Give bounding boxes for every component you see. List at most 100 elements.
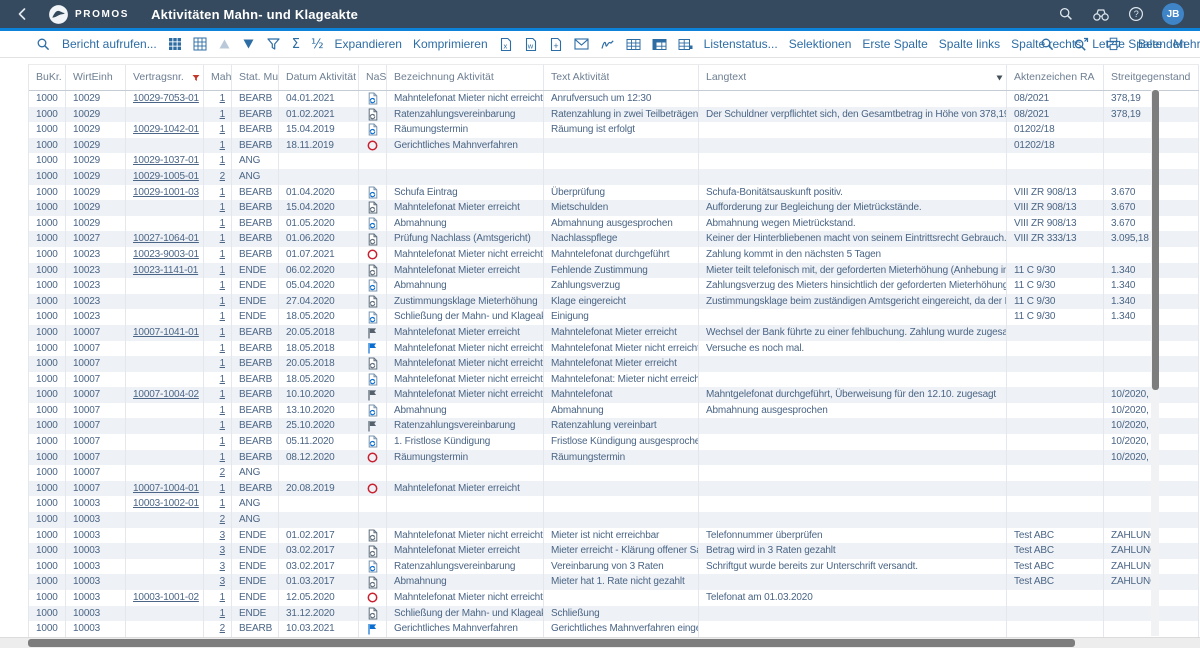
- table-row[interactable]: 1000100291BEARB15.04.2020Mahntelefonat M…: [29, 200, 1199, 216]
- table-row[interactable]: 1000100031ENDE31.12.2020Schließung der M…: [29, 606, 1199, 622]
- mahnstufe-link[interactable]: 1: [220, 311, 225, 322]
- column-header-bezeichnung-aktivitaet[interactable]: Bezeichnung Aktivität: [387, 65, 544, 90]
- table-row[interactable]: 1000100291BEARB18.11.2019Gerichtliches M…: [29, 138, 1199, 154]
- vertragsnr-link[interactable]: 10027-1064-01: [133, 233, 199, 244]
- table-row[interactable]: 1000100032BEARB10.03.2021Gerichtliches M…: [29, 621, 1199, 637]
- vertragsnr-link[interactable]: 10023-9003-01: [133, 249, 199, 260]
- table-settings-icon[interactable]: [678, 35, 693, 53]
- details-grid-filled-icon[interactable]: [168, 35, 182, 53]
- filter-icon[interactable]: [266, 35, 281, 53]
- vertragsnr-link[interactable]: 10029-1042-01: [133, 124, 199, 135]
- column-header-langtext[interactable]: Langtext: [699, 65, 1007, 90]
- spalte-links-button[interactable]: Spalte links: [939, 37, 1000, 51]
- vertragsnr-link[interactable]: 10003-1002-01: [133, 498, 199, 509]
- search-icon[interactable]: [1039, 35, 1057, 53]
- mail-icon[interactable]: [574, 35, 589, 53]
- vertical-scrollbar-thumb[interactable]: [1152, 90, 1159, 390]
- mahnstufe-link[interactable]: 2: [220, 514, 225, 525]
- details-grid-outline-icon[interactable]: [193, 35, 207, 53]
- vertragsnr-link[interactable]: 10023-1141-01: [133, 265, 198, 276]
- help-icon[interactable]: ?: [1127, 5, 1145, 23]
- mahnstufe-link[interactable]: 1: [220, 374, 225, 385]
- signature-icon[interactable]: [600, 35, 615, 53]
- erste-spalte-button[interactable]: Erste Spalte: [862, 37, 927, 51]
- copy-append-icon[interactable]: +: [549, 35, 563, 53]
- column-header-nast[interactable]: NaSt: [359, 65, 387, 90]
- table-row[interactable]: 10001000310003-1001-021ENDE12.05.2020Mah…: [29, 590, 1199, 606]
- mahnstufe-link[interactable]: 3: [220, 545, 225, 556]
- table-row[interactable]: 1000100033ENDE03.02.2017Mahntelefonat Mi…: [29, 543, 1199, 559]
- mahnstufe-link[interactable]: 1: [220, 233, 225, 244]
- bericht-aufrufen-button[interactable]: Bericht aufrufen...: [62, 37, 157, 51]
- pivot-table-icon[interactable]: [652, 35, 667, 53]
- mahnstufe-link[interactable]: 1: [220, 420, 225, 431]
- column-header-mahnstufe[interactable]: Mah...: [204, 65, 232, 90]
- table-row[interactable]: 1000100291BEARB01.02.2021Ratenzahlungsve…: [29, 107, 1199, 123]
- export-spreadsheet-icon[interactable]: x: [499, 35, 513, 53]
- table-row[interactable]: 10001000710007-1041-011BEARB20.05.2018Ma…: [29, 325, 1199, 341]
- table-row[interactable]: 10001002310023-9003-011BEARB01.07.2021Ma…: [29, 247, 1199, 263]
- table-row[interactable]: 10001000710007-1004-011BEARB20.08.2019Ma…: [29, 481, 1199, 497]
- user-avatar[interactable]: JB: [1162, 3, 1184, 25]
- selektionen-button[interactable]: Selektionen: [789, 37, 852, 51]
- column-header-aktenzeichen-ra[interactable]: Aktenzeichen RA: [1007, 65, 1104, 90]
- vertragsnr-link[interactable]: 10007-1004-01: [133, 483, 199, 494]
- table-row[interactable]: 10001002910029-1001-031BEARB01.04.2020Sc…: [29, 185, 1199, 201]
- table-row[interactable]: 10001002710027-1064-011BEARB01.06.2020Pr…: [29, 231, 1199, 247]
- sort-descending-icon[interactable]: [242, 35, 255, 53]
- beenden-button[interactable]: Beenden: [1138, 37, 1186, 51]
- mahnstufe-link[interactable]: 2: [220, 171, 225, 182]
- table-row[interactable]: 10001002310023-1141-011ENDE06.02.2020Mah…: [29, 263, 1199, 279]
- table-row[interactable]: 1000100231ENDE27.04.2020Zustimmungsklage…: [29, 294, 1199, 310]
- sum-icon[interactable]: Σ: [292, 37, 300, 52]
- table-row[interactable]: 1000100071BEARB13.10.2020AbmahnungAbmahn…: [29, 403, 1199, 419]
- table-row[interactable]: 1000100033ENDE01.03.2017AbmahnungMieter …: [29, 574, 1199, 590]
- vertragsnr-link[interactable]: 10029-7053-01: [133, 93, 199, 104]
- mahnstufe-link[interactable]: 1: [220, 155, 225, 166]
- mahnstufe-link[interactable]: 1: [220, 109, 225, 120]
- column-header-status-muk[interactable]: Stat. MuK: [232, 65, 279, 90]
- table-row[interactable]: 10001002910029-1042-011BEARB15.04.2019Rä…: [29, 122, 1199, 138]
- column-header-bukr[interactable]: BuKr.: [29, 65, 66, 90]
- horizontal-scrollbar-thumb[interactable]: [28, 639, 1075, 647]
- mahnstufe-link[interactable]: 1: [220, 218, 225, 229]
- vertragsnr-link[interactable]: 10029-1005-01: [133, 171, 199, 182]
- column-header-wirteinh[interactable]: WirtEinh: [66, 65, 126, 90]
- mahnstufe-link[interactable]: 1: [220, 296, 225, 307]
- subtotal-icon[interactable]: ½: [311, 37, 324, 52]
- mahnstufe-link[interactable]: 3: [220, 576, 225, 587]
- column-header-vertragsnr[interactable]: Vertragsnr.: [126, 65, 204, 90]
- mahnstufe-link[interactable]: 1: [220, 608, 225, 619]
- table-row[interactable]: 1000100231ENDE18.05.2020Schließung der M…: [29, 309, 1199, 325]
- mahnstufe-link[interactable]: 1: [220, 187, 225, 198]
- table-row[interactable]: 1000100071BEARB25.10.2020Ratenzahlungsve…: [29, 418, 1199, 434]
- table-row[interactable]: 1000100071BEARB20.05.2018Mahntelefonat M…: [29, 356, 1199, 372]
- mahnstufe-link[interactable]: 1: [220, 327, 225, 338]
- mahnstufe-link[interactable]: 1: [220, 265, 225, 276]
- mahnstufe-link[interactable]: 1: [220, 592, 225, 603]
- mahnstufe-link[interactable]: 1: [220, 249, 225, 260]
- mahnstufe-link[interactable]: 1: [220, 140, 225, 151]
- expandieren-button[interactable]: Expandieren: [335, 37, 402, 51]
- mahnstufe-link[interactable]: 3: [220, 530, 225, 541]
- mahnstufe-link[interactable]: 1: [220, 405, 225, 416]
- vertragsnr-link[interactable]: 10029-1001-03: [133, 187, 199, 198]
- binoculars-icon[interactable]: [1092, 5, 1110, 23]
- export-word-icon[interactable]: w: [524, 35, 538, 53]
- table-row[interactable]: 1000100032ANG: [29, 512, 1199, 528]
- mahnstufe-link[interactable]: 2: [220, 623, 225, 634]
- table-row[interactable]: 1000100071BEARB18.05.2020Mahntelefonat M…: [29, 372, 1199, 388]
- table-view-icon[interactable]: [626, 35, 641, 53]
- mahnstufe-link[interactable]: 1: [220, 389, 225, 400]
- mahnstufe-link[interactable]: 1: [220, 358, 225, 369]
- table-row[interactable]: 1000100071BEARB05.11.20201. Fristlose Kü…: [29, 434, 1199, 450]
- mahnstufe-link[interactable]: 1: [220, 483, 225, 494]
- komprimieren-button[interactable]: Komprimieren: [413, 37, 488, 51]
- vertical-scrollbar[interactable]: [1151, 90, 1159, 636]
- vertragsnr-link[interactable]: 10003-1001-02: [133, 592, 199, 603]
- table-row[interactable]: 10001002910029-1037-011ANG: [29, 153, 1199, 169]
- table-row[interactable]: 10001000310003-1002-011ANG: [29, 496, 1199, 512]
- back-icon[interactable]: [12, 4, 32, 24]
- mahnstufe-link[interactable]: 1: [220, 280, 225, 291]
- find-icon[interactable]: [36, 35, 51, 53]
